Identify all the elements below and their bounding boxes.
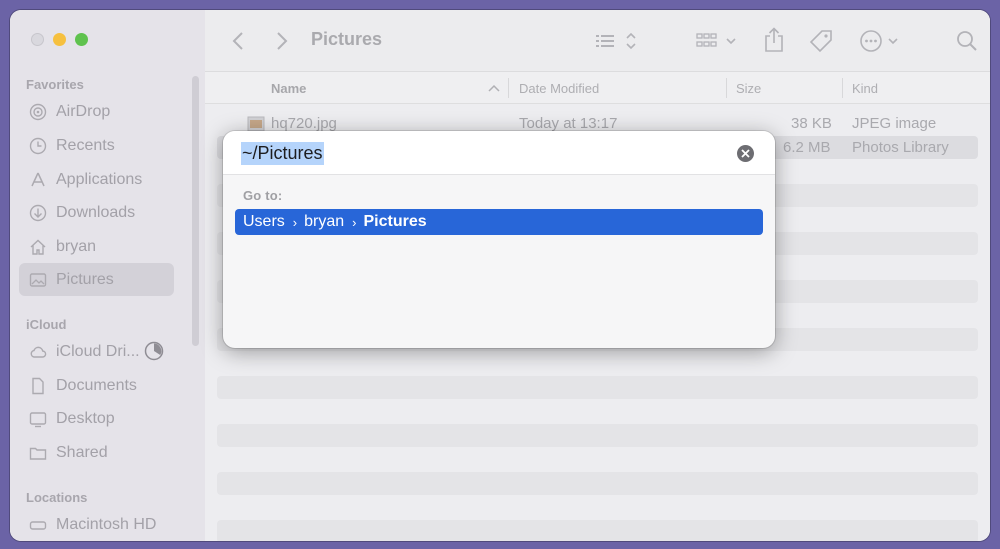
empty-row <box>217 376 978 399</box>
action-menu-button[interactable] <box>859 28 903 54</box>
share-button[interactable] <box>761 26 787 54</box>
sidebar-item-label: Shared <box>56 443 108 461</box>
column-divider[interactable] <box>508 78 509 98</box>
airdrop-icon <box>29 103 47 121</box>
column-date-header[interactable]: Date Modified <box>519 81 599 96</box>
sort-ascending-icon <box>488 84 500 92</box>
path-field-container: ~/Pictures <box>223 131 775 175</box>
sidebar-scrollbar[interactable] <box>192 76 199 346</box>
chevron-right-icon <box>277 32 288 50</box>
desktop-icon <box>29 410 47 428</box>
sidebar-item-label: iCloud Dri... <box>56 342 140 360</box>
breadcrumb-pictures: Pictures <box>363 213 427 230</box>
chevron-left-icon <box>232 32 243 50</box>
column-divider[interactable] <box>726 78 727 98</box>
sidebar-item-label: Desktop <box>56 409 115 427</box>
document-icon <box>29 377 47 395</box>
sidebar-section-icloud: iCloud <box>26 317 67 332</box>
shared-folder-icon <box>29 444 47 462</box>
path-input[interactable]: ~/Pictures <box>241 142 324 165</box>
sidebar-item-applications[interactable]: Applications <box>19 163 174 196</box>
goto-label: Go to: <box>243 188 283 203</box>
forward-button[interactable] <box>275 30 289 52</box>
file-size: 38 KB <box>791 115 832 132</box>
applications-icon <box>29 171 47 189</box>
chevron-right-icon: › <box>352 214 357 230</box>
clock-icon <box>29 137 47 155</box>
breadcrumb-bryan: bryan <box>304 213 345 230</box>
file-size: 6.2 MB <box>783 139 831 156</box>
group-button[interactable] <box>695 29 741 53</box>
search-button[interactable] <box>955 29 979 53</box>
file-date: Today at 13:17 <box>519 115 618 132</box>
empty-row <box>217 520 978 541</box>
close-icon <box>741 149 750 158</box>
go-to-folder-dialog: ~/Pictures Go to: Users › bryan › Pictur… <box>223 131 775 348</box>
chevron-right-icon: › <box>292 214 298 230</box>
path-suggestion-item[interactable]: Users › bryan › Pictures <box>235 209 763 235</box>
sidebar-item-macintosh-hd[interactable]: Macintosh HD <box>19 508 174 541</box>
grid-icon <box>696 33 736 47</box>
sidebar-item-pictures[interactable]: Pictures <box>19 263 174 296</box>
sidebar-item-label: Macintosh HD <box>56 515 157 533</box>
tag-icon <box>809 30 832 53</box>
home-icon <box>29 238 47 256</box>
sidebar-section-locations: Locations <box>26 490 88 505</box>
sidebar-item-label: Recents <box>56 136 115 154</box>
more-options-icon <box>860 30 898 52</box>
cloud-icon <box>29 343 47 361</box>
file-kind: JPEG image <box>852 115 937 132</box>
sidebar-item-label: bryan <box>56 237 97 255</box>
column-name-header[interactable]: Name <box>271 81 306 96</box>
sidebar-item-recents[interactable]: Recents <box>19 129 174 162</box>
sidebar-item-label: Applications <box>56 170 143 188</box>
window-title: Pictures <box>311 29 383 49</box>
column-kind-header[interactable]: Kind <box>852 81 878 96</box>
sidebar-item-bryan[interactable]: bryan <box>19 230 174 263</box>
sidebar-item-label: AirDrop <box>56 102 111 120</box>
sidebar-section-favorites: Favorites <box>26 77 84 92</box>
back-button[interactable] <box>231 30 245 52</box>
empty-row <box>217 424 978 447</box>
sidebar-item-desktop[interactable]: Desktop <box>19 402 174 435</box>
file-kind: Photos Library <box>852 139 949 156</box>
download-icon <box>29 204 47 222</box>
icloud-storage-indicator-icon[interactable] <box>144 341 164 361</box>
sidebar-item-label: Pictures <box>56 270 114 288</box>
disk-icon <box>29 516 47 534</box>
empty-row <box>217 472 978 495</box>
sidebar-item-label: Documents <box>56 376 137 394</box>
column-size-header[interactable]: Size <box>736 81 761 96</box>
toolbar: Pictures <box>205 10 990 72</box>
search-icon <box>957 31 977 51</box>
pictures-icon <box>29 271 47 289</box>
column-header: Name Date Modified Size Kind <box>205 72 990 104</box>
zoom-window-button[interactable] <box>75 33 88 46</box>
file-name: hq720.jpg <box>271 115 337 132</box>
sidebar-item-documents[interactable]: Documents <box>19 369 174 402</box>
view-mode-button[interactable] <box>594 29 642 53</box>
window-controls <box>31 33 88 46</box>
sidebar-item-airdrop[interactable]: AirDrop <box>19 95 174 128</box>
list-view-icon <box>596 32 636 50</box>
close-window-button[interactable] <box>31 33 44 46</box>
sidebar: Favorites AirDrop Recents Applications D… <box>10 10 205 541</box>
breadcrumb-users: Users <box>243 213 285 230</box>
clear-button[interactable] <box>737 145 754 162</box>
image-file-icon <box>247 116 265 132</box>
sidebar-item-label: Downloads <box>56 203 136 221</box>
sidebar-item-shared[interactable]: Shared <box>19 436 174 469</box>
share-icon <box>765 27 783 52</box>
minimize-window-button[interactable] <box>53 33 66 46</box>
column-divider[interactable] <box>842 78 843 98</box>
sidebar-item-downloads[interactable]: Downloads <box>19 196 174 229</box>
tags-button[interactable] <box>807 27 835 55</box>
